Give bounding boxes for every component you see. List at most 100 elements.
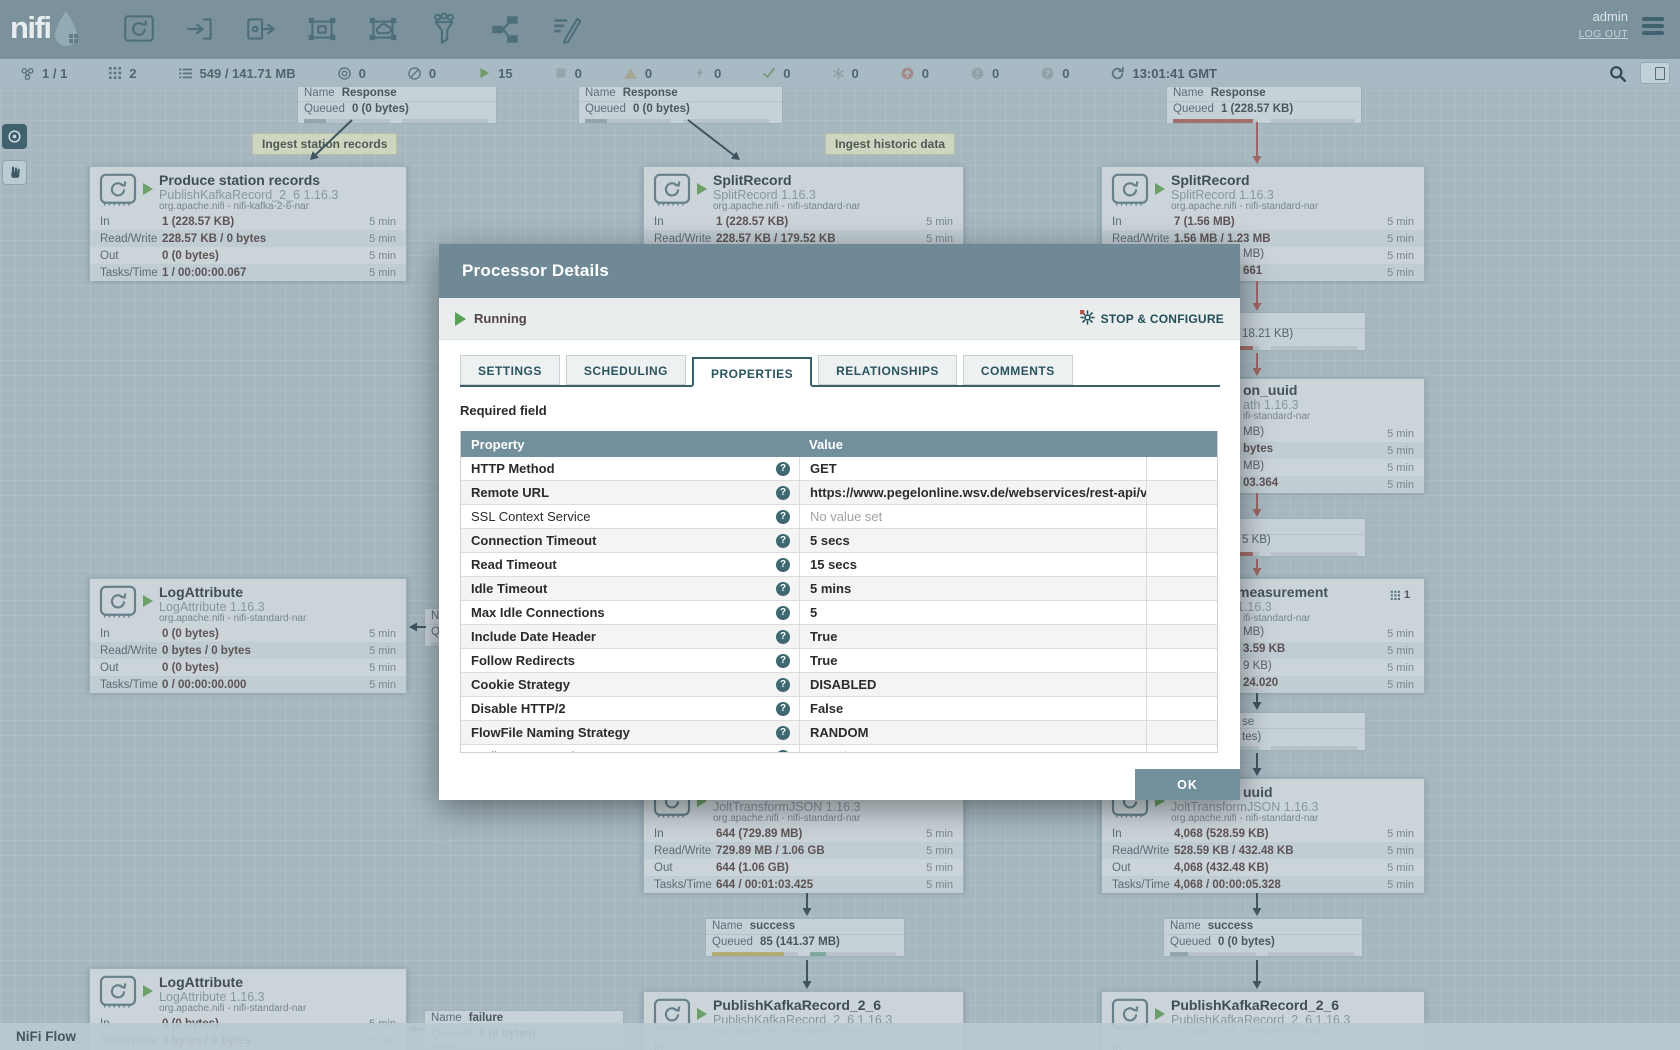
logout-link[interactable]: LOG OUT bbox=[1579, 28, 1628, 40]
property-row[interactable]: Idle Timeout?5 mins bbox=[461, 577, 1217, 601]
processor-bundle: org.apache.nifi - nifi-standard-nar bbox=[1171, 201, 1318, 212]
processor-type: PublishKafkaRecord_2_6 1.16.3 bbox=[159, 188, 338, 202]
connection-label[interactable]: NameResponseQueued1 (228.57 KB) bbox=[1166, 85, 1362, 124]
property-value[interactable]: https://www.pegelonline.wsv.de/webservic… bbox=[810, 485, 1146, 500]
processor[interactable]: LogAttributeLogAttribute 1.16.3org.apach… bbox=[89, 578, 407, 692]
property-value[interactable]: True bbox=[810, 653, 837, 668]
tab-comments[interactable]: COMMENTS bbox=[963, 355, 1073, 385]
property-row[interactable]: Remote URL?https://www.pegelonline.wsv.d… bbox=[461, 481, 1217, 505]
property-row[interactable]: Cookie Strategy?DISABLED bbox=[461, 673, 1217, 697]
connection-label[interactable]: NameResponseQueued0 (0 bytes) bbox=[578, 85, 783, 124]
property-name: FlowFile Naming Strategy bbox=[471, 725, 630, 740]
processor-bundle: org.apache.nifi - nifi-kafka-2-6-nar bbox=[159, 201, 309, 212]
property-row[interactable]: Follow Redirects?True bbox=[461, 649, 1217, 673]
help-icon[interactable]: ? bbox=[776, 702, 790, 716]
property-row[interactable]: FlowFile Naming Strategy? RANDOM bbox=[461, 721, 1217, 745]
funnel-icon[interactable] bbox=[425, 9, 463, 49]
process-group-icon[interactable] bbox=[303, 9, 341, 49]
status-item: 0 bbox=[832, 66, 859, 81]
connection-label[interactable]: NamesuccessQueued0 (0 bytes) bbox=[1163, 918, 1363, 957]
property-value[interactable]: RANDOM bbox=[810, 725, 869, 740]
help-icon[interactable]: ? bbox=[776, 654, 790, 668]
refresh-icon[interactable] bbox=[1110, 66, 1125, 81]
property-value[interactable]: DISABLED bbox=[810, 677, 876, 692]
breadcrumb[interactable]: NiFi Flow bbox=[16, 1029, 76, 1044]
tab-scheduling[interactable]: SCHEDULING bbox=[566, 355, 686, 385]
status-item: 0 bbox=[554, 66, 582, 81]
processor-icon bbox=[98, 585, 138, 624]
tab-settings[interactable]: SETTINGS bbox=[460, 355, 560, 385]
processor-name: SplitRecord bbox=[713, 172, 792, 188]
target-button[interactable] bbox=[2, 124, 27, 149]
property-value[interactable]: GET bbox=[810, 461, 837, 476]
tab-relationships[interactable]: RELATIONSHIPS bbox=[818, 355, 957, 385]
processor-stat-row: Out0 (0 bytes)5 min bbox=[90, 659, 406, 676]
property-value[interactable]: 15 secs bbox=[810, 557, 857, 572]
ok-button[interactable]: OK bbox=[1135, 769, 1240, 800]
help-icon[interactable]: ? bbox=[776, 534, 790, 548]
property-row[interactable]: Connection Timeout?5 secs bbox=[461, 529, 1217, 553]
label-icon[interactable] bbox=[547, 9, 585, 49]
processor-text-fragment: bytes bbox=[1243, 443, 1273, 455]
help-icon[interactable]: ? bbox=[776, 630, 790, 644]
processor-stat-row: In7 (1.56 MB)5 min bbox=[1102, 213, 1424, 230]
property-value[interactable]: 5 secs bbox=[810, 533, 850, 548]
property-row[interactable]: Include Date Header?True bbox=[461, 625, 1217, 649]
property-row[interactable]: Read Timeout?15 secs bbox=[461, 553, 1217, 577]
property-row[interactable]: Disable HTTP/2?False bbox=[461, 697, 1217, 721]
processor[interactable]: Produce station recordsPublishKafkaRecor… bbox=[89, 166, 407, 280]
processor-stat-row: Read/Write228.57 KB / 0 bytes5 min bbox=[90, 230, 406, 247]
processor-type: JoltTransformJSON 1.16.3 bbox=[713, 800, 861, 814]
help-icon[interactable]: ? bbox=[776, 678, 790, 692]
processor-text-fragment: measurement bbox=[1237, 584, 1328, 600]
property-value[interactable]: 5 bbox=[810, 605, 817, 620]
help-icon[interactable]: ? bbox=[776, 726, 790, 740]
property-value[interactable]: True bbox=[810, 629, 837, 644]
property-value[interactable]: No value set bbox=[810, 509, 882, 524]
processor-stat-row: In0 (0 bytes)5 min bbox=[90, 625, 406, 642]
stop-configure-button[interactable]: STOP & CONFIGURE bbox=[1080, 310, 1224, 328]
help-icon[interactable]: ? bbox=[776, 750, 790, 754]
tab-properties[interactable]: PROPERTIES bbox=[692, 357, 812, 387]
input-port-icon[interactable] bbox=[181, 9, 219, 49]
help-icon[interactable]: ? bbox=[776, 510, 790, 524]
processor-icon bbox=[1110, 173, 1150, 212]
output-port-icon[interactable] bbox=[242, 9, 280, 49]
hand-button[interactable] bbox=[2, 160, 27, 185]
property-row[interactable]: SSL Context Service?No value set bbox=[461, 505, 1217, 529]
processor-text-fragment: on_uuid bbox=[1243, 382, 1297, 398]
help-icon[interactable]: ? bbox=[776, 582, 790, 596]
property-value[interactable]: False bbox=[810, 701, 843, 716]
search-icon[interactable] bbox=[1609, 65, 1626, 82]
help-icon[interactable]: ? bbox=[776, 462, 790, 476]
remote-process-group-icon[interactable] bbox=[364, 9, 402, 49]
connection-text-fragment: 18.21 KB) bbox=[1242, 328, 1293, 340]
panel-toggle-button[interactable] bbox=[1640, 62, 1670, 84]
help-icon[interactable]: ? bbox=[776, 558, 790, 572]
processor-stat-row: Tasks/Time1 / 00:00:00.0675 min bbox=[90, 264, 406, 281]
processor-icon[interactable] bbox=[120, 9, 158, 49]
connection-label[interactable]: NameResponseQueued0 (0 bytes) bbox=[297, 85, 497, 124]
property-value[interactable]: 5 mins bbox=[810, 581, 851, 596]
help-icon[interactable]: ? bbox=[776, 606, 790, 620]
help-icon[interactable]: ? bbox=[776, 486, 790, 500]
group-label[interactable]: Ingest historic data bbox=[825, 133, 955, 155]
connection-label[interactable]: NamesuccessQueued85 (141.37 MB) bbox=[705, 918, 905, 957]
running-icon bbox=[143, 985, 153, 997]
status-item: 0 bbox=[407, 66, 436, 81]
group-label[interactable]: Ingest station records bbox=[252, 133, 397, 155]
global-menu-icon[interactable] bbox=[1642, 17, 1664, 38]
processor-type: LogAttribute 1.16.3 bbox=[159, 600, 265, 614]
processor-text-fragment: 9 KB) bbox=[1243, 660, 1272, 672]
running-icon bbox=[143, 595, 153, 607]
property-name: Attributes to Send bbox=[471, 749, 574, 753]
processor-stat-row: Read/Write729.89 MB / 1.06 GB5 min bbox=[644, 842, 963, 859]
property-value[interactable]: No value set bbox=[810, 749, 882, 753]
property-row[interactable]: HTTP Method?GET bbox=[461, 457, 1217, 481]
status-item: 549 / 141.71 MB bbox=[178, 66, 296, 81]
template-icon[interactable] bbox=[486, 9, 524, 49]
dialog-tabs: SETTINGSSCHEDULINGPROPERTIESRELATIONSHIP… bbox=[460, 355, 1220, 387]
property-row[interactable]: Attributes to Send? No value set bbox=[461, 745, 1217, 753]
processor-details-dialog: Processor Details Running STOP & CONFIGU… bbox=[439, 244, 1240, 800]
property-row[interactable]: Max Idle Connections?5 bbox=[461, 601, 1217, 625]
